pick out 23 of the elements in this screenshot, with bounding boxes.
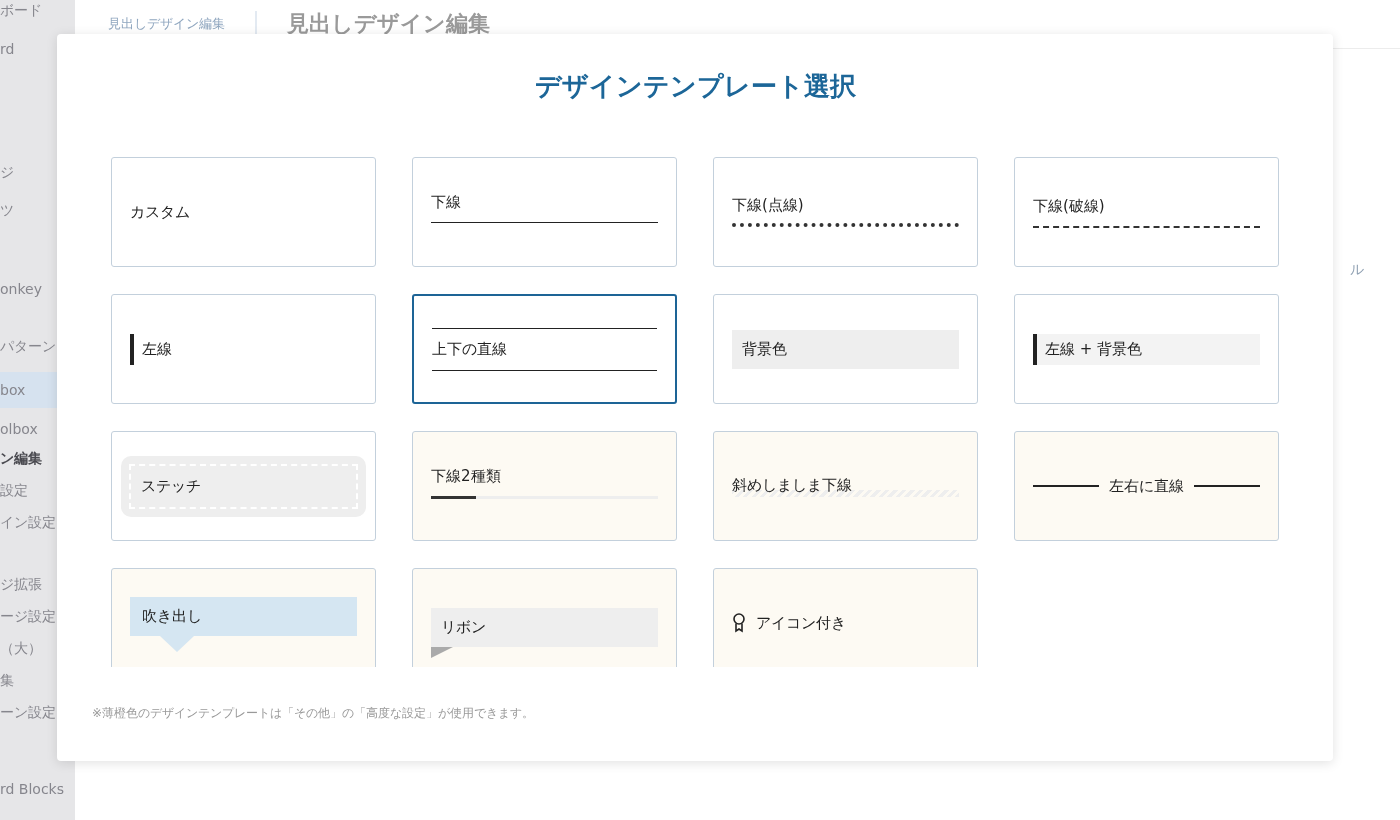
template-card[interactable]: 上下の直線 (412, 294, 677, 404)
template-card[interactable]: カスタム (111, 157, 376, 267)
sidebar-item[interactable]: rd Blocks (0, 778, 75, 800)
template-card[interactable]: 左右に直線 (1014, 431, 1279, 541)
template-card[interactable]: 吹き出し (111, 568, 376, 667)
template-card[interactable]: リボン (412, 568, 677, 667)
template-card[interactable]: 左線 (111, 294, 376, 404)
template-card[interactable]: 下線(点線) (713, 157, 978, 267)
breadcrumb[interactable]: 見出しデザイン編集 (108, 15, 225, 33)
award-icon (732, 613, 746, 633)
template-card[interactable]: 背景色 (713, 294, 978, 404)
template-card[interactable]: 左線 + 背景色 (1014, 294, 1279, 404)
template-card[interactable]: 下線 (412, 157, 677, 267)
sidebar-item[interactable]: ボード (0, 0, 75, 22)
dialog-title: デザインテンプレート選択 (533, 70, 857, 103)
page-title: 見出しデザイン編集 (287, 10, 490, 38)
template-card[interactable]: ステッチ (111, 431, 376, 541)
note-text: ※薄橙色のデザインテンプレートは「その他」の「高度な設定」が使用できます。 (92, 705, 536, 722)
template-card[interactable]: 斜めしましま下線 (713, 431, 978, 541)
template-card[interactable]: 下線(破線) (1014, 157, 1279, 267)
panel-label: ル (1350, 261, 1364, 277)
template-card[interactable]: 下線2種類 (412, 431, 677, 541)
template-card[interactable]: アイコン付き (713, 568, 978, 667)
